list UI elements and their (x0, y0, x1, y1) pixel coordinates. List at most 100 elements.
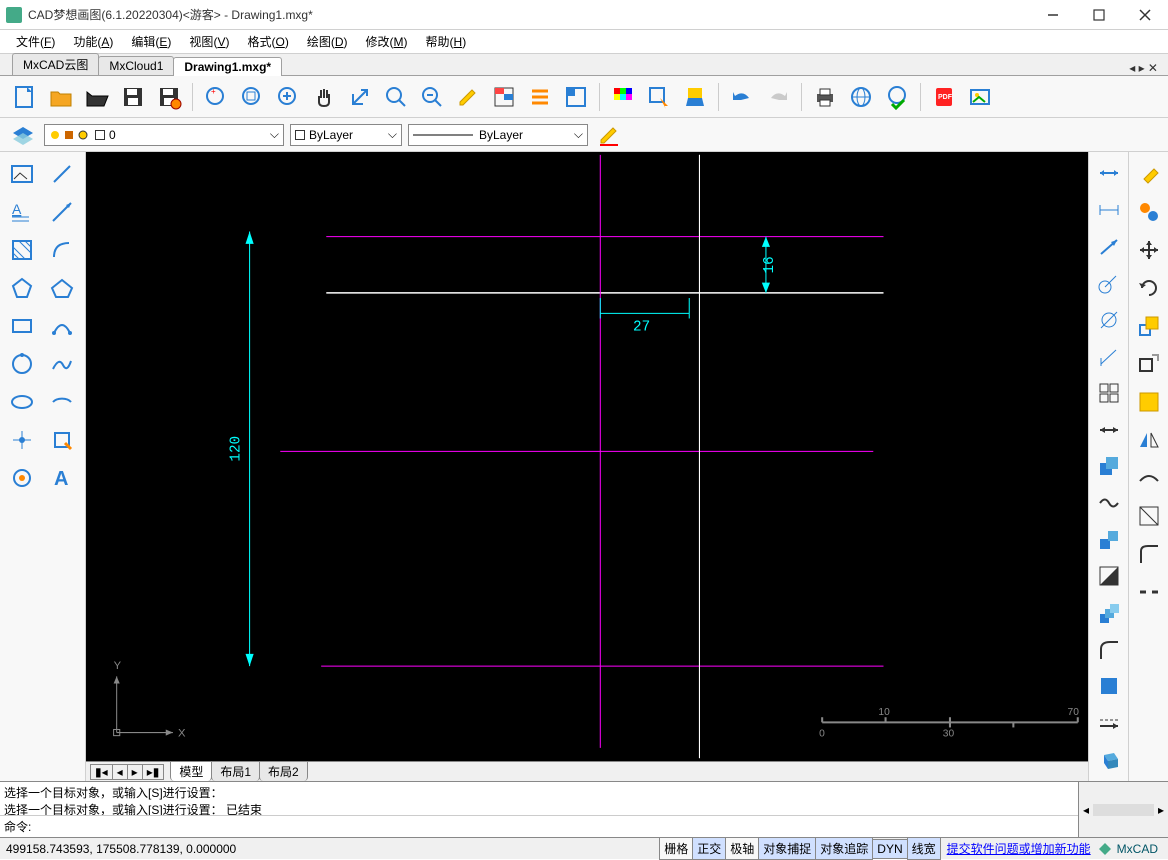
ray-tool-button[interactable] (44, 194, 80, 230)
text-a-button[interactable]: A (44, 460, 80, 496)
stretch-button[interactable] (1131, 346, 1167, 382)
dim-radius-button[interactable] (1091, 266, 1127, 301)
block-stack-button[interactable] (1091, 522, 1127, 557)
block-dark-button[interactable] (1091, 669, 1127, 704)
command-scroll[interactable]: ◂▸ (1078, 781, 1168, 837)
save-button[interactable] (116, 80, 150, 114)
arc-fillet-button[interactable] (1091, 632, 1127, 667)
wave-button[interactable] (1091, 486, 1127, 521)
web-button[interactable] (844, 80, 878, 114)
color-grid-button[interactable] (606, 80, 640, 114)
move-button[interactable] (1131, 232, 1167, 268)
line-tool-button[interactable] (44, 156, 80, 192)
arc-tool-button[interactable] (44, 232, 80, 268)
gradient-button[interactable] (1091, 559, 1127, 594)
layout-tab-model[interactable]: 模型 (170, 762, 212, 781)
block-insert-button[interactable] (44, 422, 80, 458)
text-tool-button[interactable]: A (4, 194, 40, 230)
close-button[interactable] (1122, 0, 1168, 30)
pdf-button[interactable]: PDF (927, 80, 961, 114)
zoom-out-button[interactable] (415, 80, 449, 114)
menu-edit[interactable]: 编辑(E) (123, 31, 179, 52)
feedback-link[interactable]: 提交软件问题或增加新功能 (941, 840, 1097, 857)
layers-button[interactable] (8, 122, 38, 148)
block-create-button[interactable] (1091, 449, 1127, 484)
scale-button[interactable] (1131, 308, 1167, 344)
pentagon-flat-button[interactable] (44, 270, 80, 306)
ellipse-arc-button[interactable] (44, 384, 80, 420)
eraser-button[interactable] (1131, 156, 1167, 192)
copy-button[interactable] (1131, 194, 1167, 230)
toggle-ortho[interactable]: 正交 (692, 837, 726, 860)
layout-tab-layout2[interactable]: 布局2 (259, 762, 308, 781)
extend-button[interactable] (1131, 498, 1167, 534)
command-input[interactable] (35, 820, 1074, 834)
pencil-button[interactable] (451, 80, 485, 114)
circle-tool-button[interactable] (4, 346, 40, 382)
drawing-canvas[interactable]: 120 27 16 Y X (86, 152, 1088, 761)
block3-button[interactable] (1091, 596, 1127, 631)
doc-tab-drawing1[interactable]: Drawing1.mxg* (173, 57, 282, 76)
break-button[interactable] (1131, 574, 1167, 610)
select-button[interactable] (642, 80, 676, 114)
linetype-combo[interactable]: ByLayer ⌵ (290, 124, 402, 146)
ellipse-tool-button[interactable] (4, 384, 40, 420)
donut-tool-button[interactable] (4, 460, 40, 496)
pencil-edit-button[interactable] (594, 122, 624, 148)
menu-function[interactable]: 功能(A) (65, 31, 121, 52)
layout-nav[interactable]: ▮◂◂▸▸▮ (90, 764, 164, 780)
list-button[interactable] (523, 80, 557, 114)
web-check-button[interactable] (880, 80, 914, 114)
zoom-in-button[interactable] (271, 80, 305, 114)
toggle-osnap[interactable]: 对象捕捉 (758, 837, 816, 860)
tab-nav-arrows[interactable]: ◂ ▸ ✕ (1129, 61, 1168, 75)
offset-button[interactable] (1131, 384, 1167, 420)
print-button[interactable] (808, 80, 842, 114)
dim-continue-button[interactable] (1091, 339, 1127, 374)
image-insert-button[interactable] (4, 156, 40, 192)
hatch-tool-button[interactable] (4, 232, 40, 268)
dim-angular-button[interactable] (1091, 229, 1127, 264)
open-file-button[interactable] (44, 80, 78, 114)
properties-button[interactable] (487, 80, 521, 114)
new-file-button[interactable] (8, 80, 42, 114)
pan-button[interactable] (307, 80, 341, 114)
clean-button[interactable] (678, 80, 712, 114)
menu-file[interactable]: 文件(F) (8, 31, 63, 52)
layout-tab-layout1[interactable]: 布局1 (211, 762, 260, 781)
cube-button[interactable] (1091, 742, 1127, 777)
toggle-grid[interactable]: 栅格 (659, 837, 693, 860)
save-as-button[interactable] (152, 80, 186, 114)
dash-dim-button[interactable] (1091, 706, 1127, 741)
fillet-button[interactable] (1131, 536, 1167, 572)
spline-tool-button[interactable] (44, 346, 80, 382)
dim-horizontal-button[interactable] (1091, 412, 1127, 447)
undo-button[interactable] (725, 80, 759, 114)
toggle-otrack[interactable]: 对象追踪 (815, 837, 873, 860)
point-tool-button[interactable] (4, 422, 40, 458)
menu-modify[interactable]: 修改(M) (358, 31, 416, 52)
layer-combo[interactable]: 0 ⌵ (44, 124, 284, 146)
trim-button[interactable] (1131, 460, 1167, 496)
lineweight-combo[interactable]: ByLayer ⌵ (408, 124, 588, 146)
layer-button[interactable] (559, 80, 593, 114)
dim-linear-button[interactable] (1091, 156, 1127, 191)
dim-aligned-button[interactable] (1091, 193, 1127, 228)
menu-draw[interactable]: 绘图(D) (299, 31, 356, 52)
polygon-tool-button[interactable] (4, 270, 40, 306)
dim-diameter-button[interactable] (1091, 303, 1127, 338)
doc-tab-mxcloud1[interactable]: MxCloud1 (98, 56, 174, 75)
rotate-button[interactable] (1131, 270, 1167, 306)
doc-tab-mxcad-cloud[interactable]: MxCAD云图 (12, 53, 99, 75)
open-folder-button[interactable] (80, 80, 114, 114)
rectangle-tool-button[interactable] (4, 308, 40, 344)
zoom-extents-button[interactable]: + (199, 80, 233, 114)
mirror-button[interactable] (1131, 422, 1167, 458)
menu-format[interactable]: 格式(O) (239, 31, 296, 52)
toggle-dyn[interactable]: DYN (872, 839, 907, 859)
toggle-lwt[interactable]: 线宽 (907, 837, 941, 860)
zoom-dynamic-button[interactable] (343, 80, 377, 114)
arc3pt-tool-button[interactable] (44, 308, 80, 344)
zoom-realtime-button[interactable] (379, 80, 413, 114)
toggle-polar[interactable]: 极轴 (725, 837, 759, 860)
